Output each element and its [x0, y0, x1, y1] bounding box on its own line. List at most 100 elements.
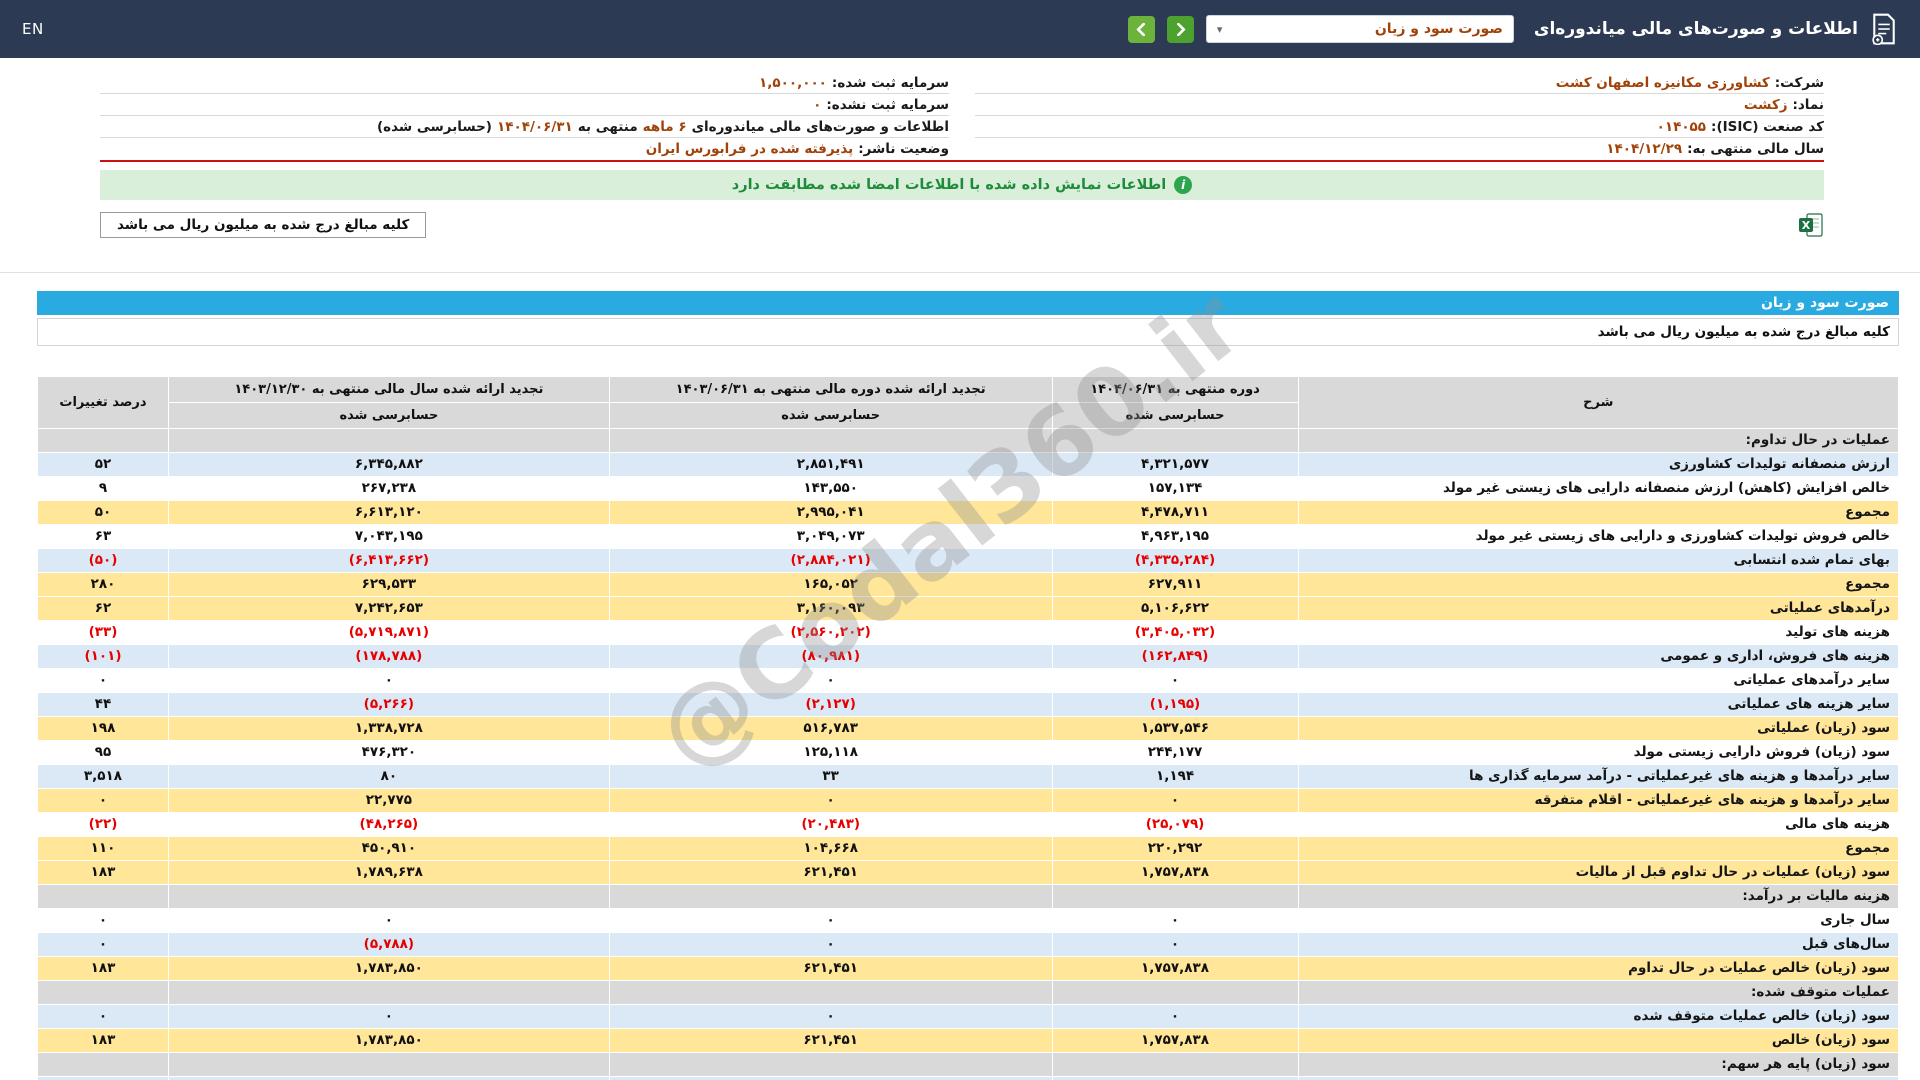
value-cell: ۶۲۱,۴۵۱	[609, 1029, 1052, 1052]
value-cell: ۱۴۳,۵۵۰	[609, 477, 1052, 500]
row-label: سایر هزینه های عملیاتی	[1298, 693, 1898, 716]
chevron-down-icon: ▾	[1216, 22, 1223, 36]
value-cell: ۰	[168, 1005, 609, 1028]
header-desc: شرح	[1298, 377, 1898, 428]
value-cell: ۰	[1052, 1005, 1298, 1028]
company-info: شرکت: کشاورزی مکانیزه اصفهان کشت نماد: ز…	[100, 72, 1824, 162]
statement-row: سایر درآمدها و هزینه های غیرعملیاتی - اق…	[38, 789, 1898, 812]
company-row: شرکت: کشاورزی مکانیزه اصفهان کشت	[975, 72, 1824, 94]
value-cell: ۱۵۷,۱۳۴	[1052, 477, 1298, 500]
change-percent-cell	[38, 885, 168, 908]
row-label: سود (زیان) عملیات در حال تداوم قبل از ما…	[1298, 861, 1898, 884]
change-percent-cell: ۰	[38, 909, 168, 932]
row-label: سود (زیان) خالص عملیات در حال تداوم	[1298, 957, 1898, 980]
prev-statement-button[interactable]	[1166, 15, 1194, 43]
change-percent-cell	[38, 981, 168, 1004]
statement-row: ارزش منصفانه تولیدات کشاورزی ۴,۳۲۱,۵۷۷ ۲,۸…	[38, 453, 1898, 476]
row-label: سود (زیان) خالص	[1298, 1029, 1898, 1052]
value-cell: (۵,۲۶۶)	[168, 693, 609, 716]
value-cell: ۱,۳۳۸,۷۲۸	[168, 717, 609, 740]
value-cell: ۰	[609, 789, 1052, 812]
value-cell: ۰	[1052, 789, 1298, 812]
symbol-label: نماد:	[1792, 96, 1824, 113]
period-end-date: ۱۴۰۴/۰۶/۳۱	[496, 118, 573, 135]
row-label: سود (زیان) عملیاتی	[1298, 717, 1898, 740]
statement-row: هزینه های تولید (۳,۴۰۵,۰۳۲) (۲,۵۶۰,۲۰۲) (۵,…	[38, 621, 1898, 644]
change-percent-cell	[38, 429, 168, 452]
statement-title-bar: صورت سود و زیان	[37, 291, 1899, 315]
change-percent-cell: ۵۲	[38, 453, 168, 476]
isic-label: کد صنعت (ISIC):	[1711, 118, 1824, 135]
change-percent-cell: ۰	[38, 789, 168, 812]
value-cell: ۴,۳۲۱,۵۷۷	[1052, 453, 1298, 476]
period-row: اطلاعات و صورت‌های مالی میاندوره‌ای ۶ ما…	[100, 116, 949, 138]
value-cell: ۱,۷۵۷,۸۳۸	[1052, 861, 1298, 884]
issuer-status-label: وضعیت ناشر:	[858, 141, 949, 157]
company-value: کشاورزی مکانیزه اصفهان کشت	[1555, 74, 1770, 91]
fiscal-year-value: ۱۴۰۴/۱۲/۲۹	[1606, 141, 1683, 157]
value-cell: ۰	[609, 669, 1052, 692]
value-cell: ۲,۹۹۵,۰۴۱	[609, 501, 1052, 524]
header-restated-prior-period: تجدید ارائه شده دوره مالی منتهی به ۱۴۰۳/…	[609, 377, 1052, 402]
value-cell: (۳,۴۰۵,۰۳۲)	[1052, 621, 1298, 644]
pl-table-body: عملیات در حال تداوم: ارزش منصفانه تولیدات…	[38, 429, 1898, 1080]
value-cell: ۰	[1052, 909, 1298, 932]
header-audited-3: حسابرسی شده	[168, 403, 609, 428]
value-cell	[168, 981, 609, 1004]
value-cell: (۲,۱۲۷)	[609, 693, 1052, 716]
language-switch[interactable]: EN	[22, 20, 44, 38]
statement-row: سود (زیان) خالص ۱,۷۵۷,۸۳۸ ۶۲۱,۴۵۱ ۱,۷۸۳,۸۵۰…	[38, 1029, 1898, 1052]
period-audited-note: (حسابرسی شده)	[376, 118, 492, 135]
company-label: شرکت:	[1774, 74, 1824, 91]
change-percent-cell	[38, 1053, 168, 1076]
change-percent-cell: ۱۸۳	[38, 861, 168, 884]
value-cell: (۲,۵۶۰,۲۰۲)	[609, 621, 1052, 644]
value-cell: (۱,۱۹۵)	[1052, 693, 1298, 716]
value-cell: ۱۶۵,۰۵۲	[609, 573, 1052, 596]
change-percent-cell: ۴۴	[38, 693, 168, 716]
value-cell: ۸۰	[168, 765, 609, 788]
statement-row: سال جاری ۰ ۰ ۰ ۰	[38, 909, 1898, 932]
statement-type-select[interactable]: صورت سود و زیان ▾	[1205, 15, 1514, 43]
value-cell: ۰	[609, 909, 1052, 932]
value-cell	[168, 885, 609, 908]
value-cell: ۴۷۶,۳۲۰	[168, 741, 609, 764]
value-cell: ۶۲۱,۴۵۱	[609, 861, 1052, 884]
value-cell: ۰	[609, 933, 1052, 956]
value-cell: ۴,۴۷۸,۷۱۱	[1052, 501, 1298, 524]
header-current-period: دوره منتهی به ۱۴۰۴/۰۶/۳۱	[1052, 377, 1298, 402]
value-cell	[609, 981, 1052, 1004]
value-cell: ۶۲۱,۴۵۱	[609, 957, 1052, 980]
svg-text:X: X	[1802, 219, 1811, 232]
row-label: سال جاری	[1298, 909, 1898, 932]
statement-row: سال‌های قبل ۰ ۰ (۵,۷۸۸) ۰	[38, 933, 1898, 956]
statement-row: مجموع ۴,۴۷۸,۷۱۱ ۲,۹۹۵,۰۴۱ ۶,۶۱۳,۱۲۰ ۵۰	[38, 501, 1898, 524]
info-icon: i	[1174, 176, 1193, 194]
row-label: هزینه مالیات بر درآمد:	[1298, 885, 1898, 908]
divider	[0, 272, 1920, 273]
header-restated-prior-year: تجدید ارائه شده سال مالی منتهی به ۱۴۰۳/۱…	[168, 377, 609, 402]
registered-capital-label: سرمایه ثبت شده:	[831, 74, 949, 91]
value-cell: ۱,۷۸۹,۶۳۸	[168, 861, 609, 884]
registered-capital-row: سرمایه ثبت شده: ۱,۵۰۰,۰۰۰	[100, 72, 949, 94]
value-cell: ۱,۷۵۷,۸۳۸	[1052, 957, 1298, 980]
row-label: سود (زیان) پایه هر سهم:	[1298, 1053, 1898, 1076]
value-cell: ۶,۶۱۳,۱۲۰	[168, 501, 609, 524]
row-label: بهای تمام شده انتسابی	[1298, 549, 1898, 572]
statement-units-note: کلیه مبالغ درج شده به میلیون ریال می باش…	[37, 318, 1899, 346]
statement-row: سود (زیان) خالص عملیات در حال تداوم ۱,۷۵۷…	[38, 957, 1898, 980]
next-statement-button[interactable]	[1127, 15, 1155, 43]
statement-section: صورت سود و زیان کلیه مبالغ درج شده به می…	[37, 291, 1899, 1080]
issuer-status-value: پذیرفته شده در فرابورس ایران	[645, 141, 854, 157]
excel-export-icon[interactable]: X	[1798, 212, 1824, 238]
statement-row: سایر درآمدها و هزینه های غیرعملیاتی - در…	[38, 765, 1898, 788]
value-cell: ۱۰۴,۶۶۸	[609, 837, 1052, 860]
fiscal-year-label: سال مالی منتهی به:	[1687, 141, 1824, 157]
value-cell: ۲۲۰,۲۹۲	[1052, 837, 1298, 860]
chevron-right-icon	[1176, 22, 1186, 36]
value-cell: ۵,۱۰۶,۶۲۲	[1052, 597, 1298, 620]
value-cell: ۴,۹۶۳,۱۹۵	[1052, 525, 1298, 548]
change-percent-cell: ۹	[38, 477, 168, 500]
change-percent-cell: ۶۲	[38, 597, 168, 620]
value-cell: ۱,۷۸۳,۸۵۰	[168, 1029, 609, 1052]
